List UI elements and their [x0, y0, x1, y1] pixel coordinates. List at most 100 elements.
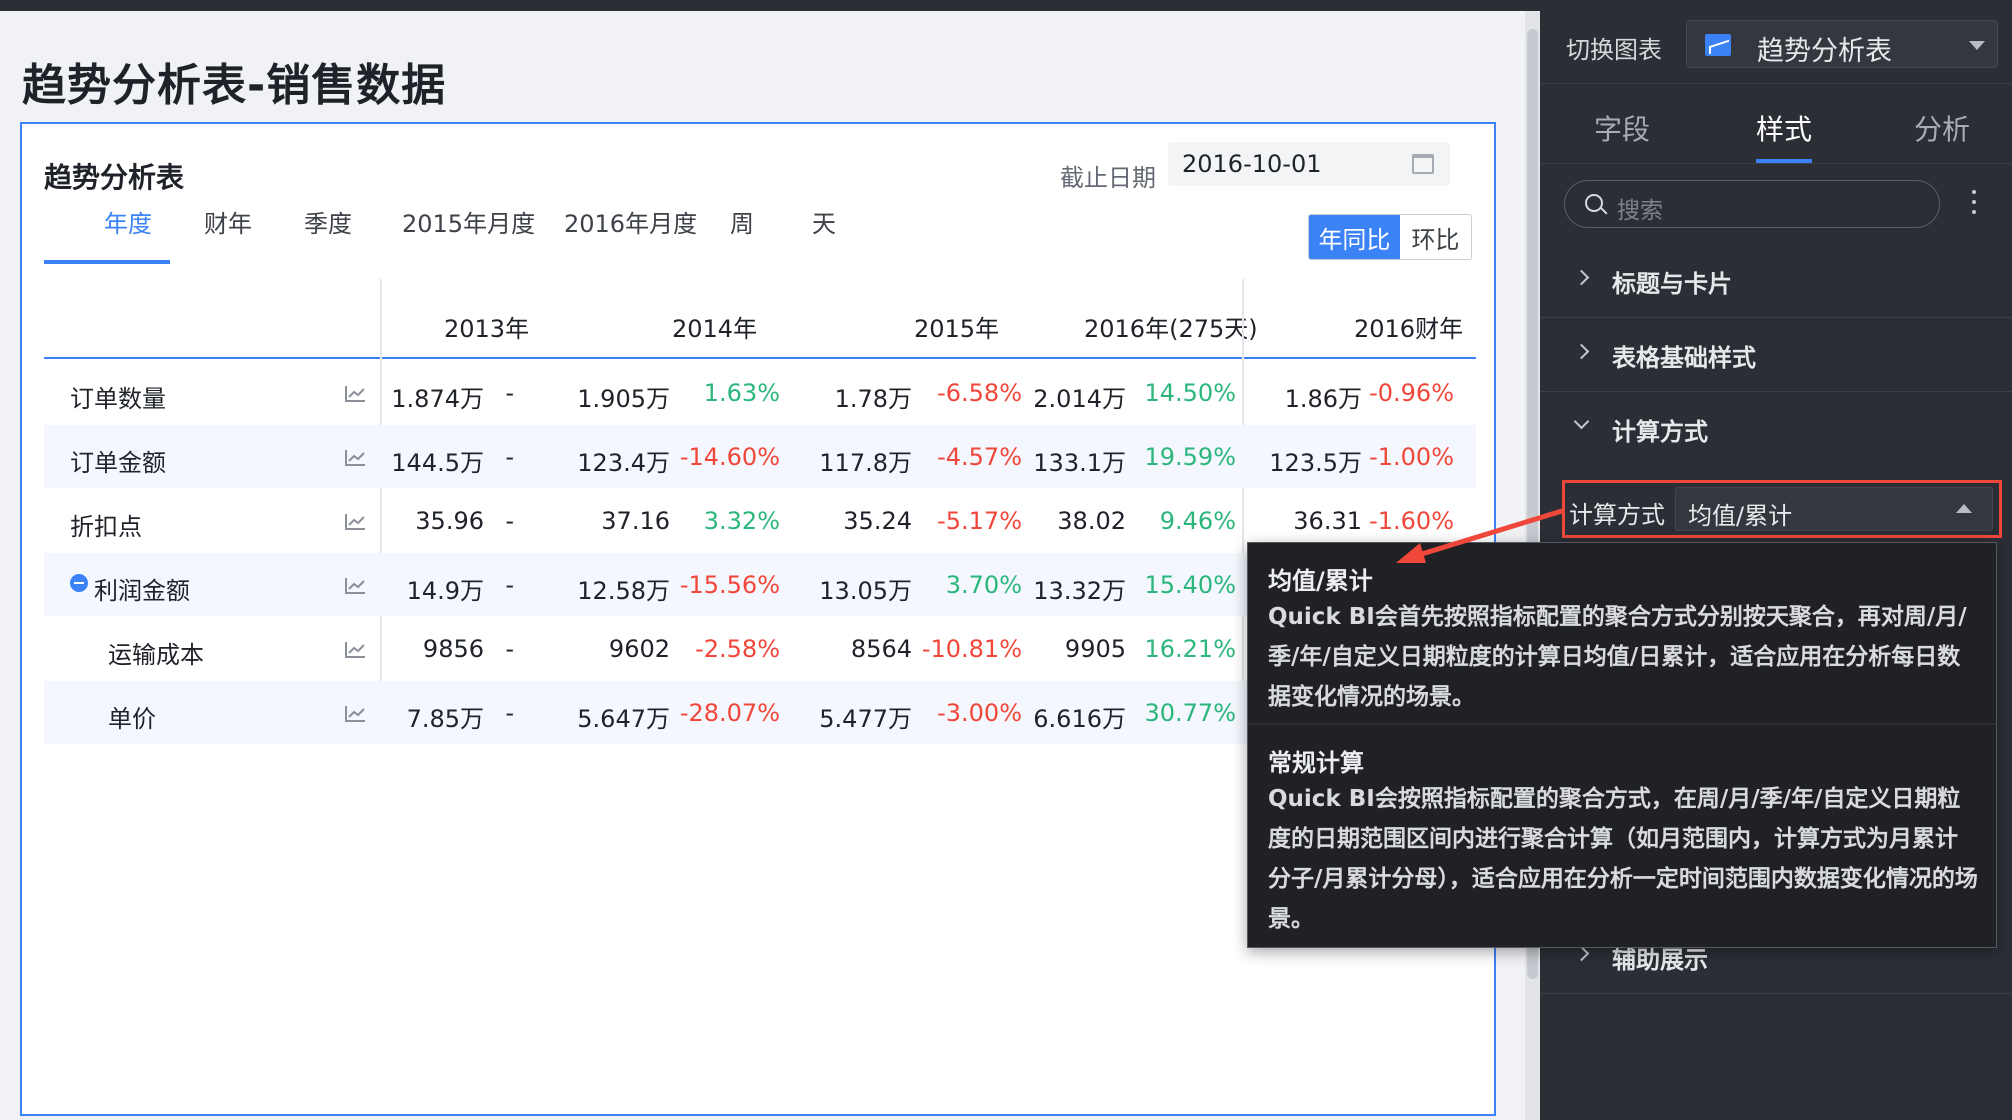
- trend-line-icon[interactable]: [344, 641, 366, 659]
- option-description: Quick BI会首先按照指标配置的聚合方式分别按天聚合，再对周/月/季/年/自…: [1268, 604, 1967, 710]
- tab-fiscal-year[interactable]: 财年: [204, 204, 252, 239]
- chevron-down-icon: [1573, 413, 1590, 430]
- mom-button[interactable]: 环比: [1399, 215, 1471, 259]
- option-description: Quick BI会按照指标配置的聚合方式，在周/月/季/年/自定义日期粒度的日期…: [1268, 786, 1978, 932]
- section-title-card[interactable]: 标题与卡片: [1540, 244, 2012, 318]
- collapse-icon[interactable]: [70, 574, 88, 592]
- row-label: 折扣点: [70, 513, 142, 541]
- tab-fields[interactable]: 字段: [1594, 108, 1650, 148]
- col-2016-fiscal: 2016财年: [1354, 315, 1464, 343]
- cell-change: -5.17%: [937, 507, 1022, 535]
- chart-type-select[interactable]: 趋势分析表: [1686, 20, 1998, 68]
- cell-change: -15.56%: [679, 571, 780, 599]
- calc-method-label: 计算方式: [1569, 501, 1665, 529]
- chevron-up-icon: [1956, 504, 1972, 513]
- date-label: 截止日期: [1060, 164, 1156, 192]
- cell-change: 1.63%: [703, 379, 780, 407]
- cell-change: -28.07%: [679, 699, 780, 727]
- date-value: 2016-10-01: [1182, 150, 1322, 178]
- chevron-right-icon: [1573, 343, 1590, 360]
- trend-line-icon[interactable]: [344, 449, 366, 467]
- top-bar: [0, 0, 1540, 11]
- trend-line-icon[interactable]: [344, 577, 366, 595]
- table-header: 2013年 2014年 2015年 2016年(275天) 2016财年: [44, 279, 1476, 359]
- col-2016: 2016年(275天): [1084, 315, 1258, 343]
- cell-change: -10.81%: [921, 635, 1022, 663]
- cell-value: 133.1万: [1033, 449, 1126, 477]
- section-table-style[interactable]: 表格基础样式: [1540, 318, 2012, 392]
- row-label: 订单金额: [70, 449, 166, 477]
- more-icon[interactable]: [1972, 190, 1978, 218]
- date-picker[interactable]: 2016-10-01: [1168, 142, 1450, 186]
- cell-value: 13.05万: [819, 577, 912, 605]
- tab-style[interactable]: 样式: [1756, 108, 1812, 148]
- cell-value: 6.616万: [1033, 705, 1126, 733]
- cell-value: 1.86万: [1284, 385, 1362, 413]
- cell-change: -3.00%: [937, 699, 1022, 727]
- calc-method-select[interactable]: 均值/累计: [1675, 487, 1993, 531]
- cell-value: 1.905万: [577, 385, 670, 413]
- chevron-right-icon: [1573, 269, 1590, 286]
- trend-line-icon[interactable]: [344, 705, 366, 723]
- row-label: 订单数量: [70, 385, 166, 413]
- col-2013: 2013年: [444, 315, 530, 343]
- cell-change: -: [505, 443, 514, 471]
- cell-value: 2.014万: [1033, 385, 1126, 413]
- tab-2016-monthly[interactable]: 2016年月度: [564, 204, 697, 239]
- cell-value: 1.78万: [834, 385, 912, 413]
- chevron-down-icon: [1969, 41, 1985, 50]
- cell-value: 9905: [1064, 635, 1126, 663]
- search-input[interactable]: 搜索: [1564, 180, 1940, 228]
- table-row: 订单金额 144.5万 - 123.4万 -14.60% 117.8万 -4.57% 133.…: [44, 425, 1476, 488]
- section-label: 计算方式: [1612, 418, 1708, 446]
- cell-value: 37.16: [601, 507, 670, 535]
- annotation-arrow: [1396, 508, 1565, 563]
- cell-value: 35.24: [843, 507, 912, 535]
- tab-quarter[interactable]: 季度: [304, 204, 352, 239]
- cell-value: 9856: [422, 635, 484, 663]
- cell-change: -4.57%: [937, 443, 1022, 471]
- tab-week[interactable]: 周: [730, 204, 754, 239]
- cell-value: 8564: [850, 635, 912, 663]
- option-title: 均值/累计: [1268, 567, 1373, 595]
- option-average-cumulative[interactable]: 均值/累计 Quick BI会首先按照指标配置的聚合方式分别按天聚合，再对周/月…: [1248, 543, 1996, 723]
- trend-line-icon[interactable]: [344, 513, 366, 531]
- cell-change: -: [505, 635, 514, 663]
- tab-day[interactable]: 天: [812, 204, 836, 239]
- calc-method-row: 计算方式 均值/累计: [1562, 480, 2002, 538]
- cell-change: -: [505, 571, 514, 599]
- table-row: 订单数量 1.874万 - 1.905万 1.63% 1.78万 -6.58% 2.014万 1…: [44, 361, 1476, 424]
- tab-year[interactable]: 年度: [104, 204, 152, 239]
- cell-value: 36.31: [1293, 507, 1362, 535]
- trend-chart-icon: [1705, 34, 1731, 56]
- cell-change: 30.77%: [1144, 699, 1236, 727]
- section-calc-method[interactable]: 计算方式: [1540, 392, 2012, 466]
- calendar-icon[interactable]: [1412, 154, 1434, 174]
- active-tab-underline: [44, 260, 170, 264]
- panel-header: 切换图表 趋势分析表: [1540, 0, 2012, 84]
- cell-value: 12.58万: [577, 577, 670, 605]
- option-title: 常规计算: [1268, 749, 1364, 777]
- cell-change: 9.46%: [1159, 507, 1236, 535]
- cell-change: 19.59%: [1144, 443, 1236, 471]
- cell-change: 14.50%: [1144, 379, 1236, 407]
- col-2014: 2014年: [672, 315, 758, 343]
- cell-value: 123.5万: [1269, 449, 1362, 477]
- cell-value: 7.85万: [406, 705, 484, 733]
- cell-value: 14.9万: [406, 577, 484, 605]
- cell-change: -: [505, 379, 514, 407]
- page-title: 趋势分析表-销售数据: [22, 60, 447, 111]
- trend-line-icon[interactable]: [344, 385, 366, 403]
- cell-value: 38.02: [1057, 507, 1126, 535]
- cell-change: -14.60%: [679, 443, 780, 471]
- cell-value: 5.647万: [577, 705, 670, 733]
- cell-value: 5.477万: [819, 705, 912, 733]
- compare-toggle: 年同比 环比: [1308, 214, 1472, 260]
- option-regular-calc[interactable]: 常规计算 Quick BI会按照指标配置的聚合方式，在周/月/季/年/自定义日期…: [1248, 725, 1996, 949]
- yoy-button[interactable]: 年同比: [1309, 215, 1400, 259]
- tab-2015-monthly[interactable]: 2015年月度: [402, 204, 535, 239]
- cell-change: 3.70%: [945, 571, 1022, 599]
- tab-analysis[interactable]: 分析: [1914, 108, 1970, 148]
- chart-type-value: 趋势分析表: [1757, 36, 1892, 67]
- cell-value: 13.32万: [1033, 577, 1126, 605]
